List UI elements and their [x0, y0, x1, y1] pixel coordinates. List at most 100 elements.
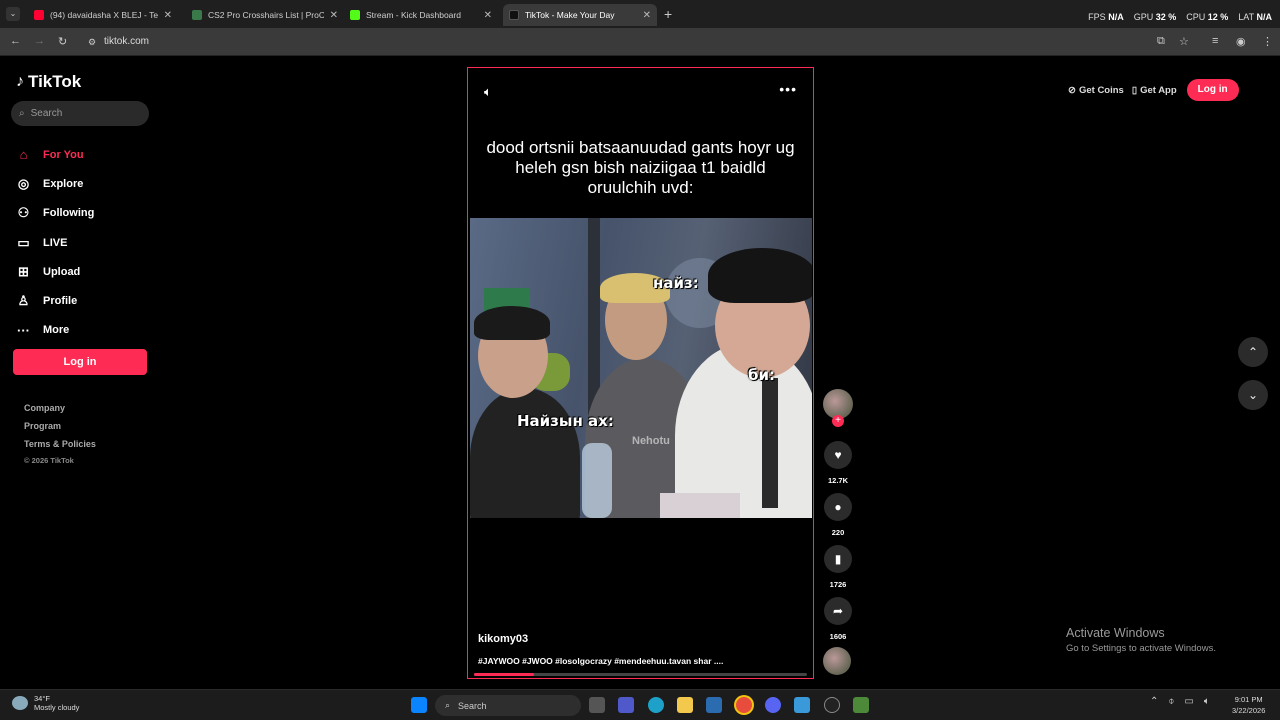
tiktok-favicon-icon — [509, 10, 519, 20]
save-button[interactable]: ▮ — [824, 545, 852, 573]
like-button[interactable]: ♥ — [824, 441, 852, 469]
close-tab-icon[interactable]: ✕ — [643, 10, 651, 21]
task-view-icon[interactable] — [589, 697, 605, 713]
browser-tab[interactable]: (94) davaidasha X BLEJ - Temtm ✕ — [28, 4, 178, 26]
bookmark-icon: ▮ — [834, 552, 842, 566]
browser-tab[interactable]: Stream - Kick Dashboard ✕ — [344, 4, 498, 26]
weather-temperature: 34°F — [34, 694, 50, 703]
sidebar-item-upload[interactable]: ⊞ Upload — [16, 257, 166, 286]
chrome-icon[interactable] — [736, 697, 752, 713]
url-field[interactable]: ⚙ tiktok.com — [82, 32, 1142, 52]
system-tray: ⌃ ⌽ ▭ 🔈︎ — [1150, 696, 1210, 707]
edge-icon[interactable] — [648, 697, 664, 713]
install-app-icon[interactable]: ⧉ — [1157, 35, 1165, 48]
video-description[interactable]: #JAYWOO #JWOO #losolgocrazy #mendeehuu.t… — [478, 656, 723, 666]
new-tab-icon[interactable]: + — [664, 6, 672, 22]
overlay-label-me: би: — [748, 366, 775, 384]
tiktok-logo[interactable]: ♪ TikTok — [16, 72, 81, 92]
performance-overlay: FPS N/A GPU 32 % CPU 12 % LAT N/A — [1088, 12, 1272, 22]
clock-date: 3/22/2026 — [1232, 706, 1266, 715]
cpu-label: CPU — [1186, 12, 1206, 22]
sidebar-item-following[interactable]: ⚇ Following — [16, 199, 166, 228]
volume-icon[interactable]: 🔈︎ — [484, 84, 492, 100]
person-left-hair — [474, 306, 550, 340]
store-icon[interactable] — [706, 697, 722, 713]
file-explorer-icon[interactable] — [677, 697, 693, 713]
get-coins-link[interactable]: ⊘ Get Coins — [1068, 85, 1124, 96]
video-more-options-icon[interactable]: ••• — [779, 81, 797, 97]
tab-title: CS2 Pro Crosshairs List | ProCro — [208, 10, 324, 20]
comment-button[interactable]: ● — [824, 493, 852, 521]
clock-time: 9:01 PM — [1234, 695, 1263, 704]
compass-icon: ◎ — [17, 175, 30, 191]
save-count: 1726 — [829, 580, 847, 589]
music-disc-icon[interactable] — [823, 647, 851, 675]
footer-link-program[interactable]: Program — [24, 421, 96, 439]
windows-start-icon[interactable] — [411, 697, 427, 713]
tray-chevron-icon[interactable]: ⌃ — [1150, 696, 1158, 707]
browser-menu-icon[interactable]: ⋮ — [1262, 35, 1273, 48]
logo-text: TikTok — [28, 72, 82, 91]
steam-icon[interactable] — [824, 697, 840, 713]
search-icon: ⌕ — [445, 700, 451, 710]
previous-video-button[interactable]: ⌃ — [1238, 337, 1268, 367]
sidebar-nav: ⌂ For You ◎ Explore ⚇ Following ▭ LIVE ⊞… — [16, 140, 166, 345]
profile-icon: ♙ — [17, 293, 30, 309]
tab-title: Stream - Kick Dashboard — [366, 10, 461, 20]
person-right-hair — [708, 248, 812, 303]
site-settings-icon[interactable]: ⚙ — [88, 32, 96, 52]
app-window-icon[interactable] — [794, 697, 810, 713]
sidebar-item-for-you[interactable]: ⌂ For You — [16, 140, 166, 169]
browser-tab[interactable]: CS2 Pro Crosshairs List | ProCro ✕ — [186, 4, 344, 26]
footer-link-terms[interactable]: Terms & Policies — [24, 439, 96, 457]
next-video-button[interactable]: ⌄ — [1238, 380, 1268, 410]
overlay-label-friends-brother: Найзын ах: — [517, 412, 614, 430]
weather-widget[interactable]: 34°F Mostly cloudy — [12, 694, 79, 712]
chevron-down-icon: ⌄ — [1247, 388, 1259, 402]
procrosshairs-favicon-icon — [192, 10, 202, 20]
footer-link-company[interactable]: Company — [24, 403, 96, 421]
get-app-link[interactable]: ▯ Get App — [1132, 85, 1177, 96]
close-tab-icon[interactable]: ✕ — [484, 10, 492, 21]
network-icon[interactable]: ▭ — [1184, 696, 1193, 707]
youtube-favicon-icon — [34, 10, 44, 20]
activate-windows-title: Activate Windows — [1066, 626, 1165, 640]
close-tab-icon[interactable]: ✕ — [330, 10, 338, 21]
sidebar-item-profile[interactable]: ♙ Profile — [16, 286, 166, 315]
share-arrow-icon: ➦ — [832, 604, 844, 618]
lat-label: LAT — [1238, 12, 1254, 22]
video-author-username[interactable]: kikomy03 — [478, 633, 528, 645]
share-button[interactable]: ➦ — [824, 597, 852, 625]
video-progress-fill — [474, 673, 534, 676]
tab-title: (94) davaidasha X BLEJ - Temtm — [50, 10, 158, 20]
video-progress-bar[interactable] — [474, 673, 807, 676]
windows-taskbar: 34°F Mostly cloudy ⌕ Search ⌃ ⌽ ▭ 🔈︎ 9:0… — [0, 689, 1280, 720]
more-icon: ··· — [17, 322, 30, 338]
browser-tab-active[interactable]: TikTok - Make Your Day ✕ — [503, 4, 657, 26]
minecraft-icon[interactable] — [853, 697, 869, 713]
tab-search-icon[interactable]: ⌄ — [6, 7, 20, 21]
search-input[interactable]: ⌕ Search — [11, 101, 149, 126]
taskbar-clock[interactable]: 9:01 PM 3/22/2026 — [1232, 694, 1265, 716]
extension-icon[interactable]: ◉ — [1236, 35, 1246, 48]
discord-icon[interactable] — [765, 697, 781, 713]
sidebar-item-live[interactable]: ▭ LIVE — [16, 228, 166, 257]
header-login-button[interactable]: Log in — [1186, 79, 1239, 101]
close-tab-icon[interactable]: ✕ — [164, 10, 172, 21]
forward-icon[interactable]: → — [34, 35, 45, 47]
water-bottle — [582, 443, 612, 518]
volume-icon[interactable]: 🔈︎ — [1204, 696, 1210, 707]
follow-plus-icon[interactable]: + — [832, 415, 844, 427]
back-icon[interactable]: ← — [10, 35, 21, 47]
teams-icon[interactable] — [618, 697, 634, 713]
chevron-up-icon: ⌃ — [1247, 345, 1259, 359]
reading-list-icon[interactable]: ≡ — [1212, 35, 1218, 47]
reload-icon[interactable]: ↻ — [58, 35, 67, 48]
tray-app-icon[interactable]: ⌽ — [1168, 696, 1174, 707]
sidebar-item-more[interactable]: ··· More — [16, 316, 166, 345]
taskbar-search[interactable]: ⌕ Search — [435, 695, 581, 716]
video-player[interactable]: 🔈︎ ••• dood ortsnii batsaanuudad gants h… — [467, 67, 814, 679]
sidebar-item-explore[interactable]: ◎ Explore — [16, 169, 166, 198]
sidebar-login-button[interactable]: Log in — [13, 349, 147, 375]
bookmark-star-icon[interactable]: ☆ — [1179, 35, 1189, 48]
